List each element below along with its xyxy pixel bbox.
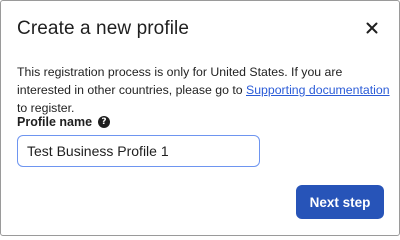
close-icon[interactable]	[363, 19, 381, 37]
description-text-after: to register.	[17, 101, 75, 115]
profile-name-label: Profile name	[17, 115, 93, 129]
question-circle-icon[interactable]: ?	[98, 116, 111, 128]
registration-description: This registration process is only for Un…	[17, 63, 392, 117]
profile-name-label-row: Profile name ?	[17, 115, 111, 129]
profile-name-input[interactable]	[17, 135, 260, 167]
supporting-documentation-link[interactable]: Supporting documentation	[246, 83, 390, 97]
create-profile-dialog: Create a new profile This registration p…	[0, 0, 400, 236]
dialog-title: Create a new profile	[17, 18, 190, 39]
next-step-button[interactable]: Next step	[296, 185, 384, 219]
